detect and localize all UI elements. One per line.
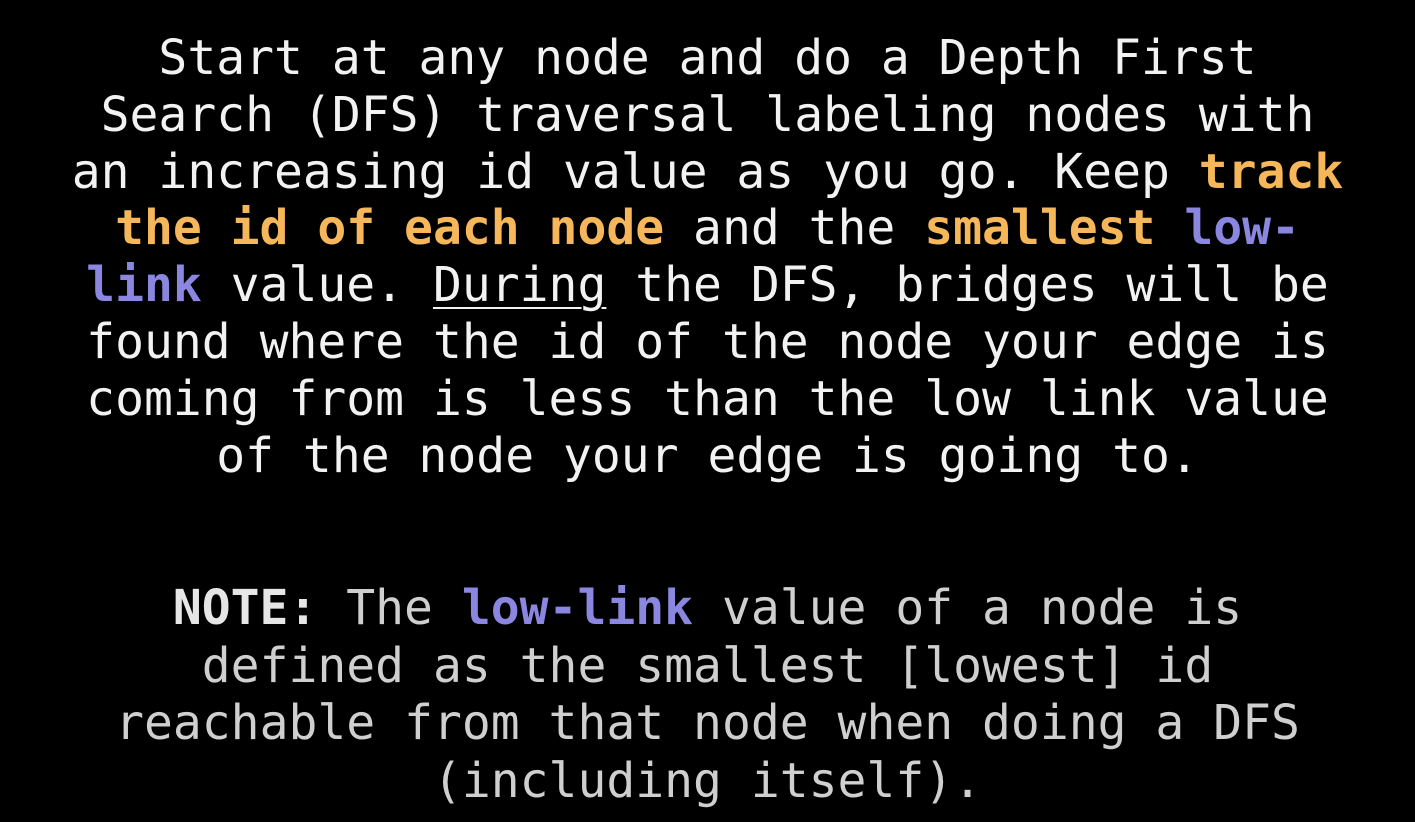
text-segment: found where the id of the node your edge… [86, 313, 1329, 370]
text-segment: Search (DFS) traversal labeling nodes wi… [100, 86, 1315, 143]
highlight-smallest: smallest [924, 200, 1156, 257]
note-paragraph: NOTE: The low-link value of a node is de… [0, 580, 1415, 810]
main-line-3: an increasing id value as you go. Keep t… [0, 144, 1415, 201]
main-line-1: Start at any node and do a Depth First [0, 30, 1415, 87]
main-line-7: coming from is less than the low link va… [0, 371, 1415, 428]
text-segment [1155, 200, 1184, 256]
text-segment: value of a node is [693, 580, 1243, 636]
text-segment: of the node your edge is going to. [216, 427, 1199, 484]
main-line-5: link value. During the DFS, bridges will… [0, 257, 1415, 314]
highlight-low-link-part2: link [86, 257, 202, 314]
text-segment: the DFS, bridges will be [606, 257, 1329, 314]
text-segment: value. [201, 257, 433, 314]
note-line-4: (including itself). [0, 753, 1415, 811]
highlight-low-link-part1: low- [1184, 200, 1300, 257]
note-label: NOTE: [172, 580, 318, 636]
text-segment: The [317, 580, 462, 636]
highlight-id-of-each-node: the id of each node [115, 200, 665, 257]
text-segment: Start at any node and do a Depth First [158, 30, 1257, 86]
text-segment: coming from is less than the low link va… [86, 370, 1329, 427]
underlined-during: During [432, 257, 607, 314]
note-line-1: NOTE: The low-link value of a node is [0, 580, 1415, 638]
text-segment: an increasing id value as you go. Keep [71, 143, 1199, 200]
highlight-track: track [1198, 143, 1344, 200]
highlight-low-link: low-link [461, 580, 694, 636]
text-segment: (including itself). [432, 752, 983, 809]
main-line-8: of the node your edge is going to. [0, 428, 1415, 485]
main-line-6: found where the id of the node your edge… [0, 314, 1415, 371]
main-line-2: Search (DFS) traversal labeling nodes wi… [0, 87, 1415, 144]
main-paragraph: Start at any node and do a Depth First S… [0, 30, 1415, 484]
note-line-2: defined as the smallest [lowest] id [0, 638, 1415, 696]
note-line-3: reachable from that node when doing a DF… [0, 695, 1415, 753]
text-segment: and the [664, 200, 925, 257]
main-line-4: the id of each node and the smallest low… [0, 200, 1415, 257]
text-segment: reachable from that node when doing a DF… [115, 695, 1300, 751]
text-segment: defined as the smallest [lowest] id [201, 637, 1214, 694]
slide: Start at any node and do a Depth First S… [0, 0, 1415, 822]
